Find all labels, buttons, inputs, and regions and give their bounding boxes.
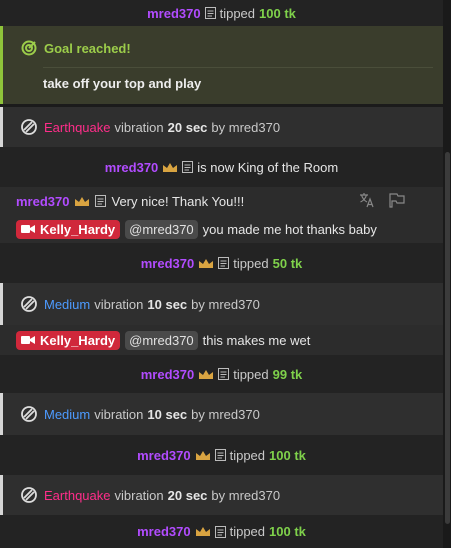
vibration-row: Medium vibration 10 sec by mred370 — [0, 393, 443, 435]
vibration-icon — [21, 296, 37, 312]
goal-reached-notice: Goal reached! take off your top and play — [0, 26, 443, 104]
notes-icon — [182, 161, 194, 173]
tip-row: mred370 tipped 99 tk — [0, 355, 443, 393]
tip-row: mred370 tipped 100 tk — [0, 435, 443, 475]
notes-icon — [218, 368, 230, 380]
vibration-icon — [21, 406, 37, 422]
goal-message: take off your top and play — [43, 76, 202, 91]
notes-icon — [214, 525, 226, 538]
vibration-duration: 10 sec — [147, 296, 188, 312]
notes-icon — [204, 7, 216, 19]
notes-icon — [214, 449, 226, 461]
chat-feed: mred370 tipped 100 tk Goal reached! take… — [0, 0, 443, 548]
vibration-row: Earthquake vibration 20 sec by mred370 — [0, 107, 443, 147]
goal-title: Goal reached! — [44, 40, 131, 56]
vibration-by: by mred370 — [191, 296, 260, 312]
username[interactable]: mred370 — [137, 448, 190, 463]
flag-icon[interactable] — [389, 192, 405, 208]
vibration-by: by mred370 — [191, 406, 260, 422]
chat-message: mred370 Very nice! Thank You!!! — [0, 187, 443, 215]
tip-amount: 100 tk — [269, 447, 306, 463]
broadcaster-name: Kelly_Hardy — [40, 332, 116, 348]
vibration-row: Medium vibration 10 sec by mred370 — [0, 283, 443, 325]
translate-icon[interactable] — [359, 192, 375, 208]
divider — [43, 67, 433, 68]
username[interactable]: mred370 — [141, 367, 194, 382]
king-row: mred370 is now King of the Room — [0, 147, 443, 187]
username[interactable]: mred370 — [105, 160, 158, 175]
tip-row: mred370 tipped 100 tk — [0, 515, 443, 548]
vibration-level: Medium — [44, 296, 91, 312]
vibration-by: by mred370 — [211, 119, 281, 135]
chat-text: this makes me wet — [202, 332, 311, 348]
king-text: is now King of the Room — [197, 159, 339, 175]
tip-amount: 100 tk — [259, 5, 296, 21]
mention[interactable]: @mred370 — [125, 219, 198, 239]
chat-text: Very nice! Thank You!!! — [111, 193, 245, 209]
video-camera-icon — [21, 336, 35, 344]
chat-message: Kelly_Hardy @mred370 this makes me wet — [0, 325, 443, 355]
chat-message: Kelly_Hardy @mred370 you made me hot tha… — [0, 215, 443, 243]
video-camera-icon — [21, 225, 35, 233]
username[interactable]: mred370 — [141, 256, 194, 271]
chat-text: you made me hot thanks baby — [202, 221, 377, 237]
crown-icon — [163, 162, 178, 172]
vibration-by: by mred370 — [211, 487, 281, 503]
notes-icon — [95, 195, 107, 207]
scrollbar-thumb[interactable] — [445, 152, 450, 524]
username[interactable]: mred370 — [147, 6, 200, 21]
vibration-level: Earthquake — [44, 487, 111, 503]
vibration-icon — [21, 487, 37, 503]
tip-amount: 50 tk — [272, 255, 303, 271]
crown-icon — [199, 369, 214, 379]
vibration-icon — [21, 119, 37, 135]
vibration-level: Earthquake — [44, 119, 111, 135]
vibration-label: vibration — [114, 487, 164, 503]
broadcaster-name: Kelly_Hardy — [40, 221, 116, 237]
vibration-duration: 20 sec — [167, 119, 208, 135]
broadcaster-badge[interactable]: Kelly_Hardy — [16, 219, 121, 239]
username[interactable]: mred370 — [137, 524, 190, 539]
crown-icon — [199, 258, 214, 268]
tip-action: tipped — [229, 524, 266, 539]
tip-action: tipped — [229, 447, 266, 463]
crown-icon — [75, 196, 90, 206]
vibration-level: Medium — [44, 406, 91, 422]
vibration-row: Earthquake vibration 20 sec by mred370 — [0, 475, 443, 515]
vibration-duration: 20 sec — [167, 487, 208, 503]
vibration-duration: 10 sec — [147, 406, 188, 422]
tip-amount: 99 tk — [272, 366, 303, 382]
tip-row: mred370 tipped 50 tk — [0, 243, 443, 283]
tip-action: tipped — [219, 5, 256, 21]
tip-action: tipped — [233, 255, 269, 271]
mention[interactable]: @mred370 — [125, 330, 198, 350]
vibration-label: vibration — [94, 406, 144, 422]
vibration-label: vibration — [94, 296, 144, 312]
tip-row: mred370 tipped 100 tk — [0, 0, 443, 26]
crown-icon — [195, 527, 210, 536]
username[interactable]: mred370 — [16, 194, 69, 209]
broadcaster-badge[interactable]: Kelly_Hardy — [16, 330, 121, 350]
target-icon — [21, 40, 37, 56]
notes-icon — [218, 257, 230, 269]
tip-amount: 100 tk — [269, 524, 306, 539]
scrollbar[interactable] — [443, 0, 451, 548]
tip-action: tipped — [233, 366, 269, 382]
crown-icon — [195, 450, 210, 460]
vibration-label: vibration — [114, 119, 164, 135]
